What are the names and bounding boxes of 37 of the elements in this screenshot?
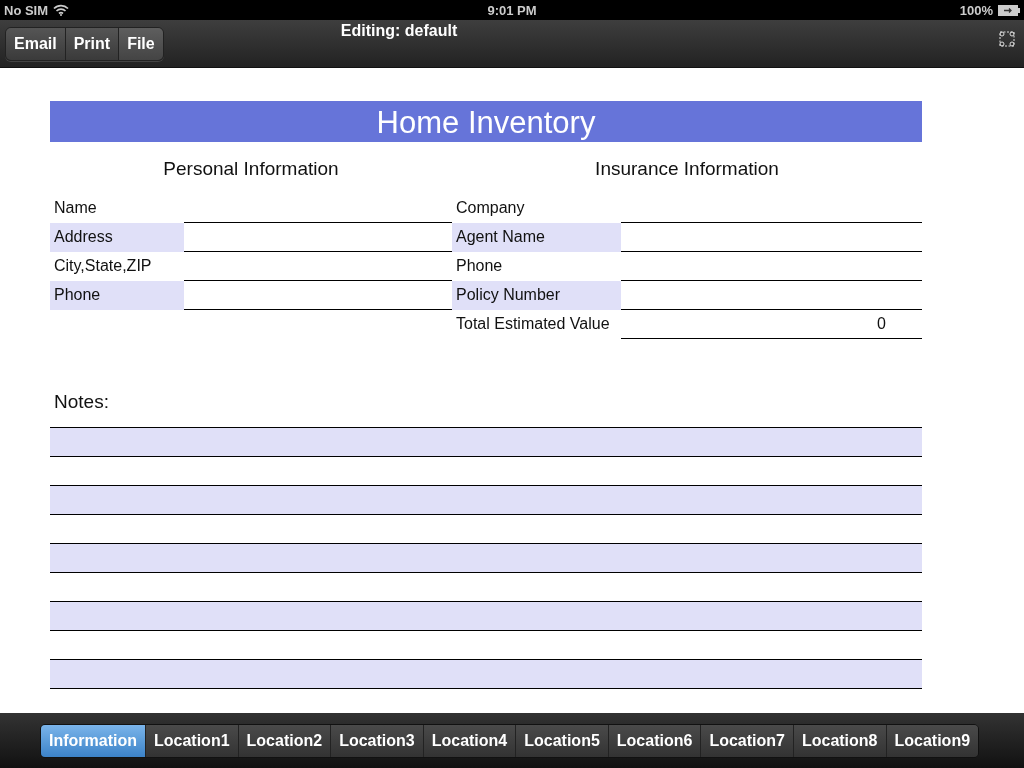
- field-label: Policy Number: [455, 285, 562, 305]
- notes-area[interactable]: [50, 427, 922, 689]
- tab[interactable]: Location6: [608, 724, 702, 757]
- field-label: Phone: [53, 285, 102, 305]
- section-heading: Insurance Information: [594, 158, 780, 181]
- section-heading: Personal Information: [162, 158, 340, 181]
- toolbar-button[interactable]: File: [119, 28, 163, 60]
- field-label: Name: [53, 198, 98, 218]
- form-title: Home Inventory: [50, 101, 922, 142]
- field-label: Company: [455, 198, 526, 218]
- tab[interactable]: Location4: [423, 724, 517, 757]
- fullscreen-icon[interactable]: [998, 30, 1016, 48]
- wifi-icon: [53, 4, 70, 16]
- tab[interactable]: Location2: [238, 724, 332, 757]
- battery-percent: 100%: [959, 2, 993, 18]
- field-label: Total Estimated Value: [455, 314, 611, 334]
- field-label: City,State,ZIP: [53, 256, 153, 276]
- toolbar-button[interactable]: Print: [65, 28, 120, 60]
- input-field[interactable]: [184, 281, 452, 310]
- tab[interactable]: Location5: [516, 724, 609, 757]
- editing-title: Editing: default: [340, 22, 458, 40]
- input-field[interactable]: [621, 281, 922, 310]
- tab[interactable]: Location8: [793, 724, 887, 757]
- time-label: 9:01 PM: [487, 2, 537, 18]
- input-field[interactable]: [184, 223, 452, 252]
- field-label: Agent Name: [455, 227, 546, 247]
- tab[interactable]: Location9: [886, 724, 979, 757]
- toolbar-button[interactable]: Email: [6, 28, 66, 60]
- input-field[interactable]: [621, 223, 922, 252]
- notes-label: Notes:: [53, 390, 110, 414]
- tab[interactable]: Location3: [331, 724, 424, 757]
- carrier-label: No SIM: [4, 2, 49, 18]
- field-label: Address: [53, 227, 114, 247]
- battery-icon: [998, 4, 1020, 16]
- tab[interactable]: Location7: [701, 724, 794, 757]
- tab[interactable]: Location1: [146, 724, 239, 757]
- field-label: Phone: [455, 256, 504, 276]
